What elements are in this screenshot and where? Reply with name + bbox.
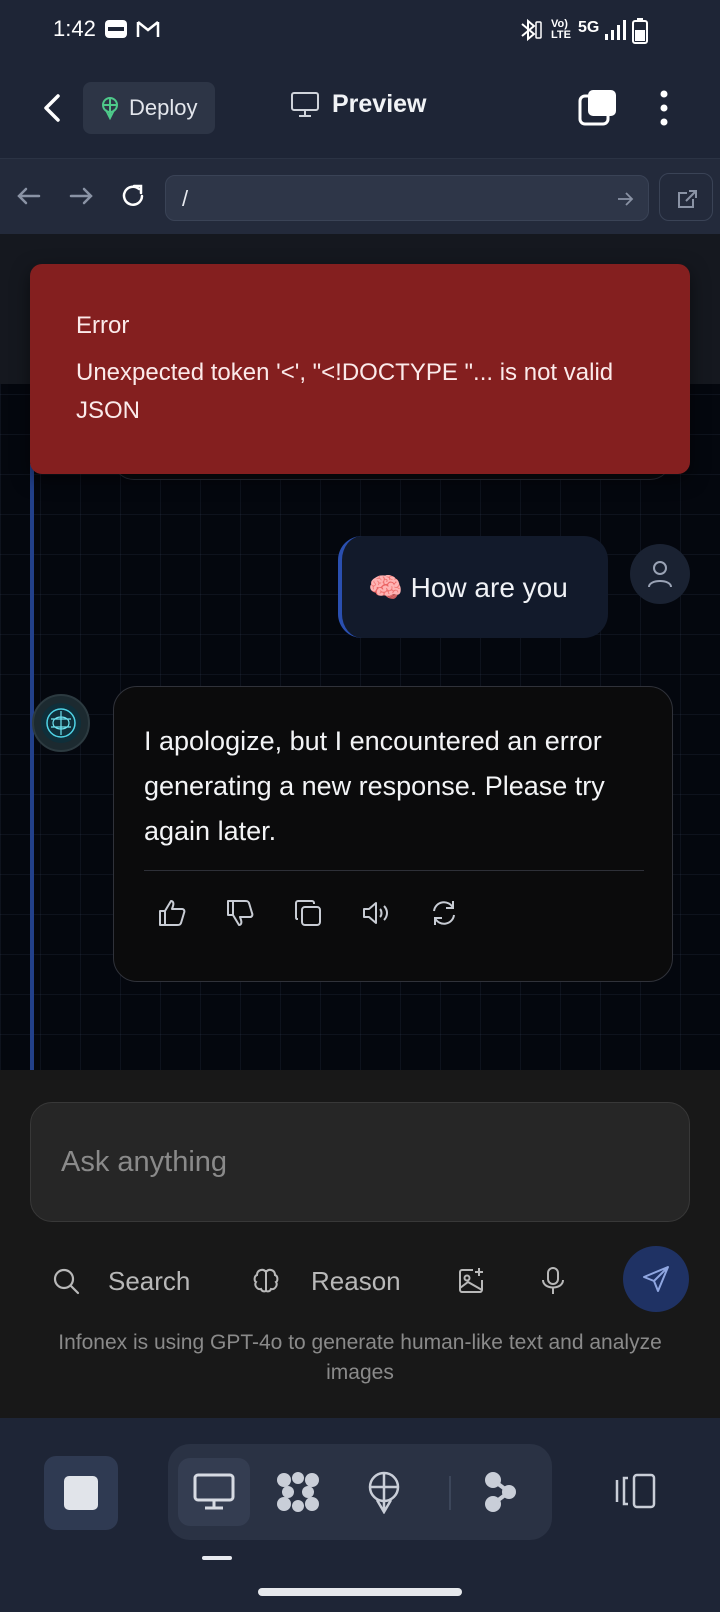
bottom-toolbar bbox=[0, 1418, 720, 1612]
error-toast[interactable]: Error Unexpected token '<', "<!DOCTYPE "… bbox=[30, 264, 690, 474]
microphone-button[interactable] bbox=[540, 1258, 566, 1304]
volte-label: Vo) LTE bbox=[551, 18, 571, 41]
go-arrow-icon[interactable] bbox=[616, 190, 634, 208]
monitor-icon bbox=[290, 91, 320, 119]
home-indicator[interactable] bbox=[258, 1588, 462, 1596]
preview-title: Preview bbox=[332, 90, 427, 118]
assistant-message-text: I apologize, but I encountered an error … bbox=[144, 726, 605, 846]
image-plus-icon bbox=[459, 1268, 483, 1293]
tools-separator bbox=[449, 1476, 451, 1510]
layout-toggle-button[interactable] bbox=[614, 1472, 658, 1510]
gmail-icon bbox=[136, 18, 160, 40]
monitor-icon bbox=[193, 1473, 235, 1510]
nodes-icon bbox=[277, 1472, 319, 1512]
ai-brain-icon bbox=[41, 703, 81, 743]
deploy-icon bbox=[99, 96, 121, 120]
thumbs-up-button[interactable] bbox=[156, 897, 188, 929]
page-title: Preview bbox=[290, 90, 427, 119]
thumbs-down-icon bbox=[227, 900, 254, 926]
user-icon bbox=[648, 561, 672, 588]
arrow-right-icon bbox=[69, 187, 93, 205]
error-title: Error bbox=[76, 312, 130, 339]
read-aloud-button[interactable] bbox=[360, 897, 392, 929]
stop-button[interactable] bbox=[44, 1456, 118, 1530]
deploy-icon bbox=[368, 1471, 400, 1514]
more-options-button[interactable] bbox=[650, 88, 678, 128]
user-message-bubble: 🧠 How are you bbox=[338, 536, 608, 638]
deploy-tool-button[interactable] bbox=[348, 1458, 420, 1526]
assistant-avatar bbox=[32, 694, 90, 752]
ask-input[interactable] bbox=[30, 1102, 690, 1222]
regenerate-button[interactable] bbox=[428, 897, 460, 929]
tabs-icon bbox=[578, 90, 616, 126]
reason-label: Reason bbox=[311, 1265, 401, 1296]
thumbs-up-icon bbox=[159, 900, 186, 926]
message-divider bbox=[144, 870, 644, 871]
status-time: 1:42 bbox=[53, 16, 96, 41]
agent-icon bbox=[485, 1472, 516, 1512]
status-bar: 1:42 Vo) LTE 5G bbox=[0, 0, 720, 58]
bluetooth-icon bbox=[516, 18, 542, 42]
open-external-button[interactable] bbox=[659, 173, 713, 221]
add-image-button[interactable] bbox=[456, 1258, 486, 1304]
reason-button[interactable]: Reason bbox=[251, 1258, 401, 1304]
browser-back-button[interactable] bbox=[14, 181, 44, 211]
more-vertical-icon bbox=[660, 90, 668, 126]
panel-layout-icon bbox=[615, 1473, 656, 1509]
battery-icon bbox=[632, 18, 648, 44]
back-button[interactable] bbox=[36, 88, 72, 128]
search-label: Search bbox=[108, 1265, 191, 1296]
preview-tool-button[interactable] bbox=[178, 1458, 250, 1526]
search-button[interactable]: Search bbox=[52, 1258, 190, 1304]
search-icon bbox=[53, 1268, 80, 1295]
external-link-icon bbox=[678, 190, 697, 208]
composer: Search Reason Infonex is using GPT-4o to… bbox=[0, 1070, 720, 1418]
microphone-icon bbox=[542, 1267, 564, 1294]
reload-button[interactable] bbox=[118, 181, 148, 211]
browser-forward-button[interactable] bbox=[66, 181, 96, 211]
brain-icon bbox=[253, 1268, 279, 1293]
disclaimer-text: Infonex is using GPT-4o to generate huma… bbox=[58, 1331, 662, 1384]
copy-button[interactable] bbox=[292, 897, 324, 929]
error-message: Unexpected token '<', "<!DOCTYPE "... is… bbox=[76, 359, 614, 424]
reload-icon bbox=[122, 184, 144, 206]
browser-bar: / bbox=[0, 158, 720, 234]
workflow-tool-button[interactable] bbox=[262, 1458, 334, 1526]
deploy-button[interactable]: Deploy bbox=[83, 82, 215, 134]
tabs-button[interactable] bbox=[578, 88, 618, 128]
copy-icon bbox=[295, 900, 321, 926]
agent-tool-button[interactable] bbox=[464, 1458, 536, 1526]
conversation-rail bbox=[30, 464, 34, 1070]
network-type: 5G bbox=[578, 19, 600, 36]
regenerate-icon bbox=[433, 901, 455, 925]
stop-icon bbox=[64, 1476, 98, 1510]
user-message-text: 🧠 How are you bbox=[368, 571, 568, 603]
speaker-icon bbox=[363, 902, 388, 924]
back-arrow-icon bbox=[44, 94, 60, 122]
top-app-bar: Deploy Preview bbox=[0, 58, 720, 158]
thumbs-down-button[interactable] bbox=[224, 897, 256, 929]
paytm-icon bbox=[104, 18, 128, 40]
send-button[interactable] bbox=[623, 1246, 689, 1312]
deploy-label: Deploy bbox=[129, 95, 198, 120]
url-bar[interactable]: / bbox=[165, 175, 649, 221]
message-actions bbox=[156, 897, 460, 929]
signal-icon bbox=[603, 18, 627, 42]
url-text: / bbox=[182, 186, 189, 211]
arrow-left-icon bbox=[17, 187, 41, 205]
tools-group bbox=[168, 1444, 552, 1540]
user-avatar bbox=[630, 544, 690, 604]
assistant-message-bubble: I apologize, but I encountered an error … bbox=[113, 686, 673, 982]
selected-tab-indicator bbox=[202, 1556, 232, 1560]
send-icon bbox=[643, 1266, 669, 1292]
